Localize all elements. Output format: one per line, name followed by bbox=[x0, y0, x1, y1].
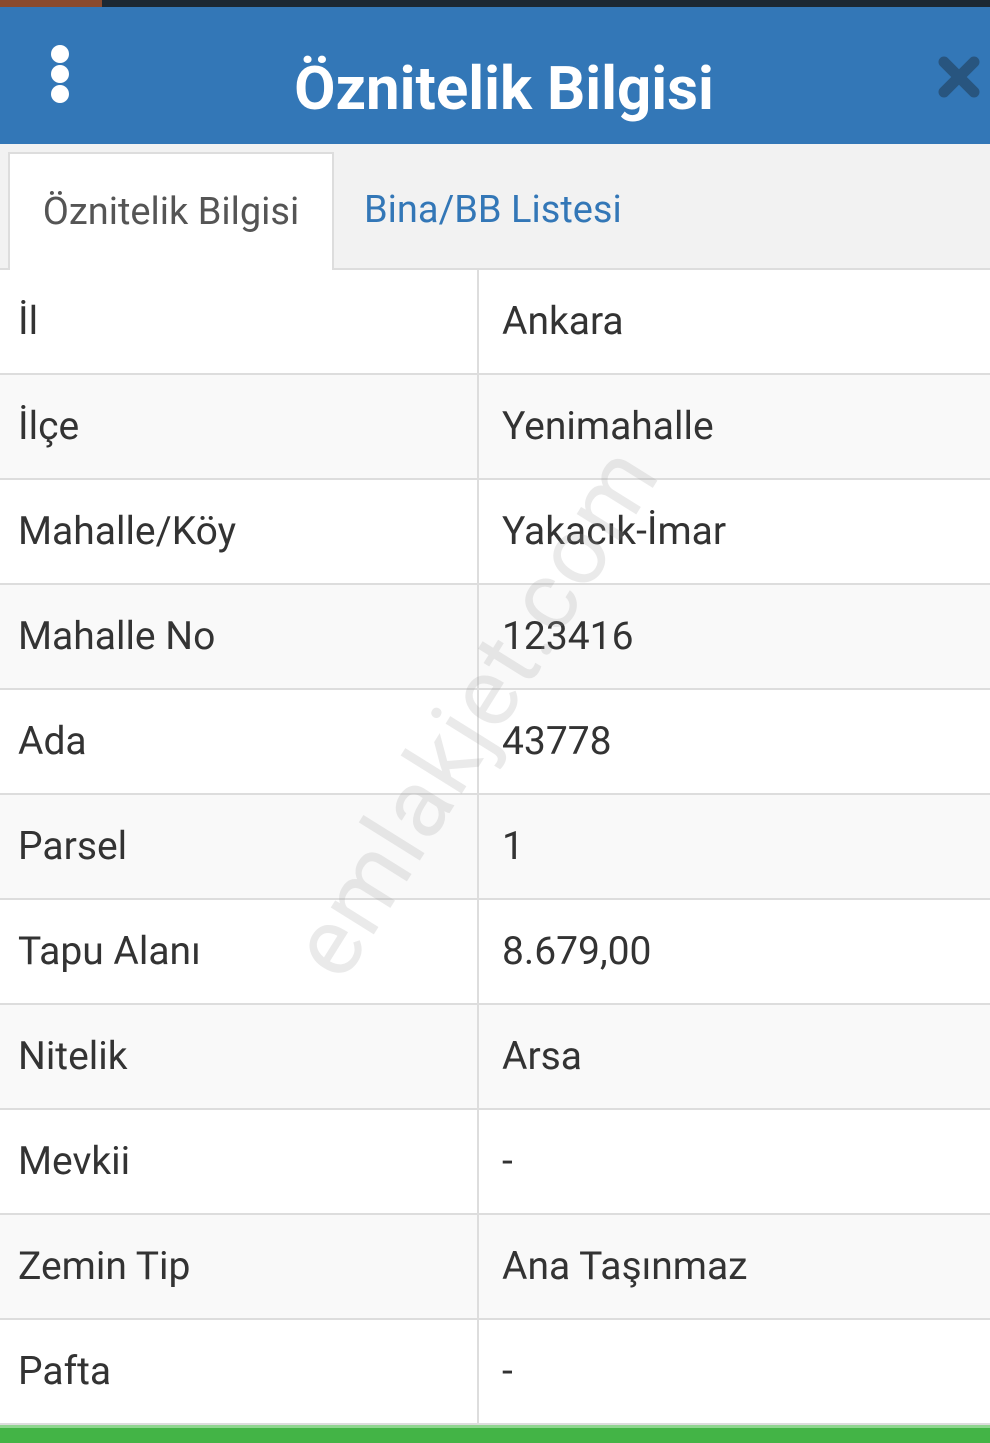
attribute-value: Yenimahalle bbox=[502, 403, 714, 449]
attribute-value: Arsa bbox=[502, 1033, 582, 1079]
table-row: İl Ankara bbox=[0, 270, 990, 375]
table-row: Parsel 1 bbox=[0, 795, 990, 900]
attribute-label: Mevkii bbox=[0, 1110, 479, 1213]
tab-oznitelik-bilgisi[interactable]: Öznitelik Bilgisi bbox=[8, 152, 334, 270]
tab-bina-bb-listesi[interactable]: Bina/BB Listesi bbox=[364, 152, 622, 270]
table-row: Zemin Tip Ana Taşınmaz bbox=[0, 1215, 990, 1320]
attribute-label: Mahalle/Köy bbox=[0, 480, 479, 583]
attribute-value: - bbox=[502, 1348, 513, 1394]
status-strip bbox=[0, 0, 990, 7]
table-row: Mahalle/Köy Yakacık-İmar bbox=[0, 480, 990, 585]
attribute-label: İl bbox=[0, 270, 479, 373]
attribute-value: Ana Taşınmaz bbox=[502, 1243, 748, 1289]
attribute-label: Nitelik bbox=[0, 1005, 479, 1108]
attribute-value: - bbox=[502, 1138, 513, 1184]
table-row: Mevkii - bbox=[0, 1110, 990, 1215]
table-row: Tapu Alanı 8.679,00 bbox=[0, 900, 990, 1005]
attribute-value: Ankara bbox=[502, 298, 624, 344]
table-row: Mahalle No 123416 bbox=[0, 585, 990, 690]
attribute-label: Pafta bbox=[0, 1320, 479, 1423]
table-row: Nitelik Arsa bbox=[0, 1005, 990, 1110]
vertical-dots-icon[interactable] bbox=[42, 39, 78, 109]
attribute-value: 43778 bbox=[502, 718, 612, 764]
status-strip-accent bbox=[0, 0, 102, 7]
close-icon[interactable] bbox=[936, 54, 982, 100]
dialog-header: Öznitelik Bilgisi bbox=[0, 7, 990, 144]
attribute-label: Tapu Alanı bbox=[0, 900, 479, 1003]
attribute-label: İlçe bbox=[0, 375, 479, 478]
attribute-label: Mahalle No bbox=[0, 585, 479, 688]
attribute-value: 123416 bbox=[502, 613, 634, 659]
table-row: İlçe Yenimahalle bbox=[0, 375, 990, 480]
table-row: Pafta - bbox=[0, 1320, 990, 1425]
tab-bar: Öznitelik Bilgisi Bina/BB Listesi bbox=[0, 144, 990, 270]
dialog-title: Öznitelik Bilgisi bbox=[294, 53, 714, 124]
attribute-value: Yakacık-İmar bbox=[502, 508, 727, 554]
attribute-label: Ada bbox=[0, 690, 479, 793]
table-row: Ada 43778 bbox=[0, 690, 990, 795]
attribute-table: İl Ankara İlçe Yenimahalle Mahalle/Köy Y… bbox=[0, 270, 990, 1425]
attribute-value: 1 bbox=[502, 823, 524, 869]
attribute-label: Zemin Tip bbox=[0, 1215, 479, 1318]
attribute-value: 8.679,00 bbox=[502, 928, 652, 974]
footer-bar bbox=[0, 1425, 990, 1443]
attribute-label: Parsel bbox=[0, 795, 479, 898]
